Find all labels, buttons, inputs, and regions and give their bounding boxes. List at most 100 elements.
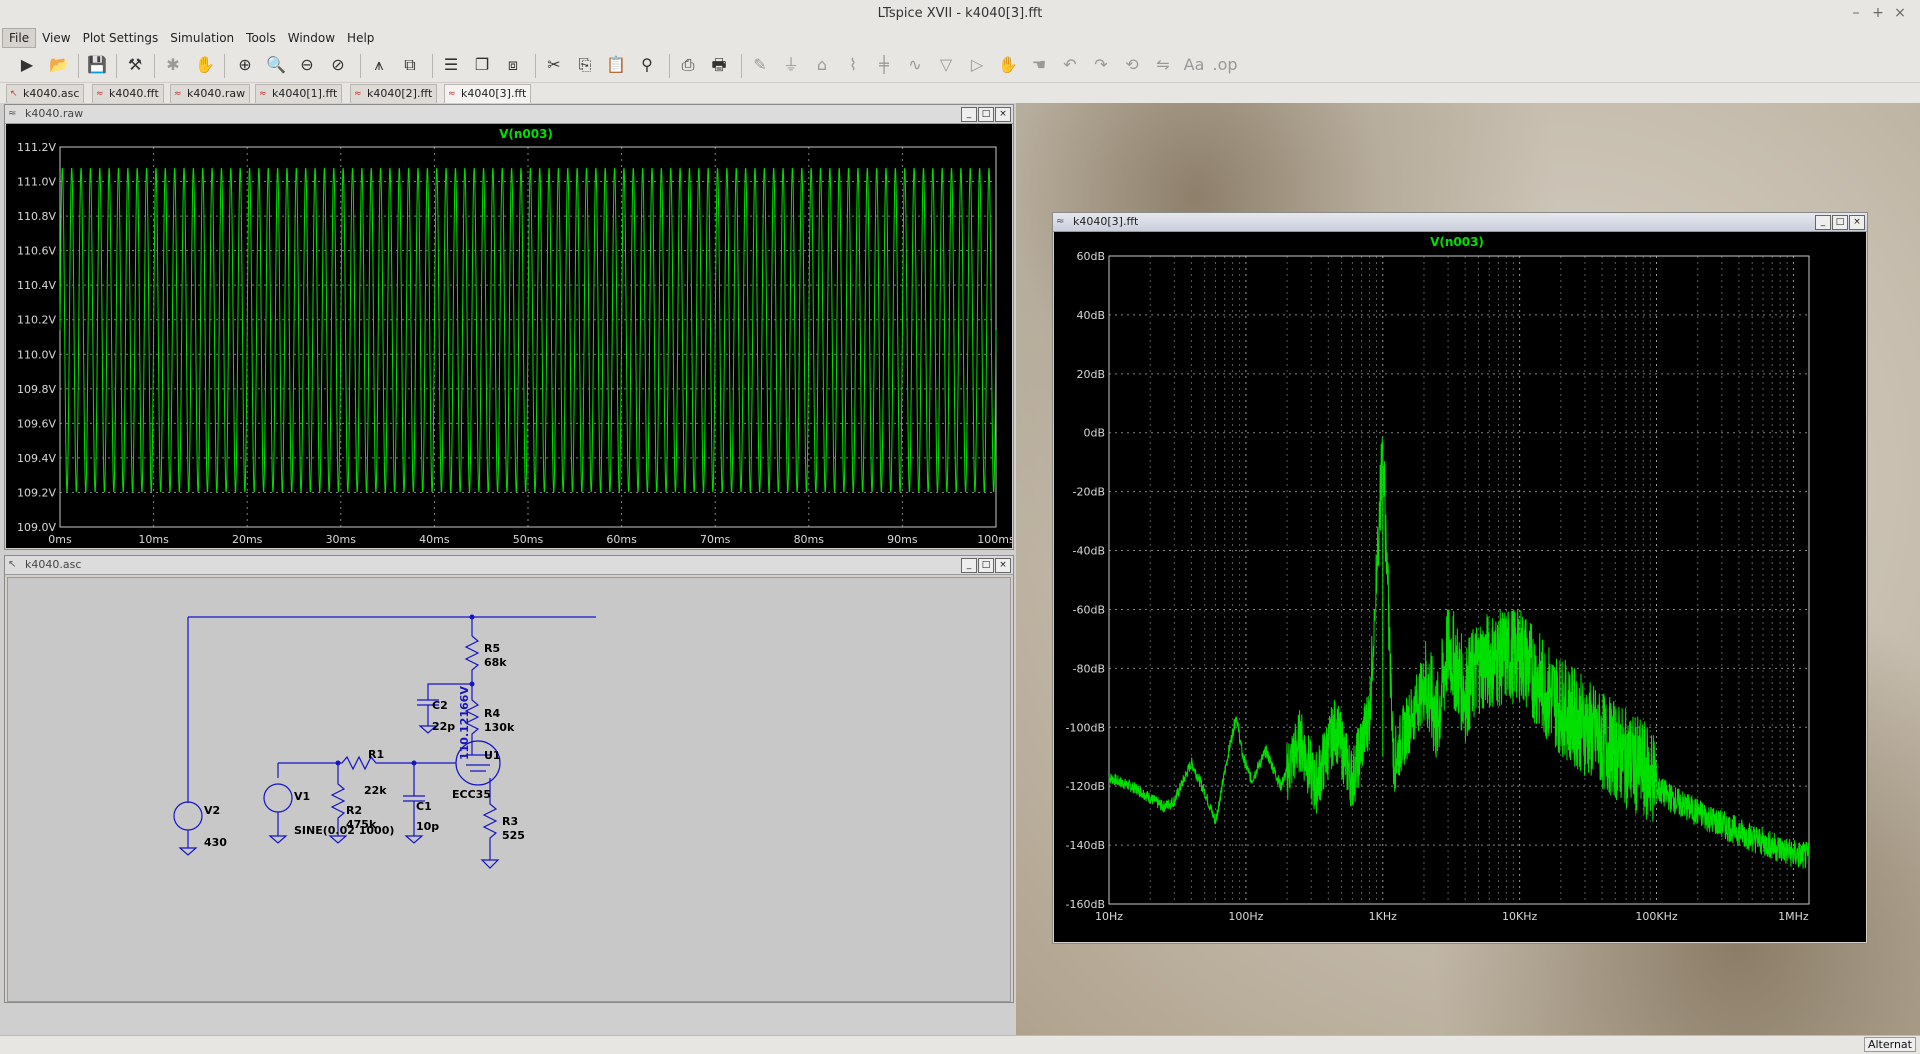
zoom-in-icon[interactable]: ⊕ bbox=[232, 52, 258, 78]
print-setup-icon[interactable]: ⎙ bbox=[675, 52, 701, 78]
save-icon[interactable]: 💾 bbox=[84, 52, 110, 78]
maximize-icon[interactable]: □ bbox=[978, 107, 994, 122]
open-icon[interactable]: 📂 bbox=[46, 52, 72, 78]
label-icon[interactable]: ⌂ bbox=[809, 52, 835, 78]
cut-icon[interactable]: ✂ bbox=[541, 52, 567, 78]
fft-plot-pane[interactable]: V(n003) 60dB 40dB 20dB 0dB -20dB -40dB -60dB -8… bbox=[1054, 232, 1866, 942]
tab-label: k4040[2].fft bbox=[367, 87, 433, 100]
fft-plot-window[interactable]: ≈ k4040[3].fft _ □ × V(n003) 60dB 40dB 20dB… bbox=[1052, 212, 1868, 944]
c1-value: 10p bbox=[416, 820, 439, 833]
r1-label: R1 bbox=[368, 748, 384, 761]
tile-horizontal-icon[interactable]: ☰ bbox=[438, 52, 464, 78]
v2-label: V2 bbox=[204, 804, 220, 817]
tab-k4040-3-fft[interactable]: ≈ k4040[3].fft bbox=[444, 84, 532, 103]
tab-label: k4040[1].fft bbox=[272, 87, 338, 100]
menu-tools[interactable]: Tools bbox=[240, 28, 282, 48]
redo-icon[interactable]: ↷ bbox=[1088, 52, 1114, 78]
close-icon[interactable]: × bbox=[995, 107, 1011, 122]
fft-y-tick-label: 40dB bbox=[1076, 309, 1105, 322]
raw-x-tick-label: 60ms bbox=[606, 533, 637, 546]
schematic-drawing: R5 68k R4 130k C2 22p R1 22k C1 10p R2 4… bbox=[173, 614, 596, 869]
c1-capacitor[interactable] bbox=[403, 788, 425, 844]
text-icon[interactable]: Aa bbox=[1181, 52, 1207, 78]
control-panel-icon[interactable]: ⚒ bbox=[122, 52, 148, 78]
move-icon[interactable]: ✋ bbox=[995, 52, 1021, 78]
menu-view[interactable]: View bbox=[36, 28, 76, 48]
minimize-icon[interactable]: _ bbox=[1815, 215, 1831, 230]
autorange-icon[interactable]: ⩚ bbox=[366, 52, 392, 78]
tab-k4040-1-fft[interactable]: ≈ k4040[1].fft bbox=[255, 84, 343, 103]
rotate-icon[interactable]: ⟲ bbox=[1119, 52, 1145, 78]
cascade-icon[interactable]: ❐ bbox=[469, 52, 495, 78]
copy-icon[interactable]: ⎘ bbox=[572, 52, 598, 78]
tab-k4040-raw[interactable]: ≈ k4040.raw bbox=[170, 84, 251, 103]
c2-label: C2 bbox=[432, 699, 448, 712]
draw-wire-icon[interactable]: ✎ bbox=[747, 52, 773, 78]
zoom-area-icon[interactable]: 🔍 bbox=[263, 52, 289, 78]
capacitor-icon[interactable]: ╪ bbox=[871, 52, 897, 78]
r5-resistor[interactable] bbox=[464, 635, 480, 684]
zoom-cancel-icon[interactable]: ⊘ bbox=[325, 52, 351, 78]
tab-k4040-2-fft[interactable]: ≈ k4040[2].fft bbox=[350, 84, 438, 103]
paste-icon[interactable]: 📋 bbox=[603, 52, 629, 78]
raw-trace-label[interactable]: V(n003) bbox=[499, 127, 553, 141]
maximize-icon[interactable]: □ bbox=[1832, 215, 1848, 230]
raw-y-tick-label: 110.8V bbox=[17, 210, 56, 223]
raw-plot-pane[interactable]: V(n003) 111.2V 111.0V 110.8V 110.6V 110.4V 11… bbox=[6, 124, 1015, 548]
raw-plot-window[interactable]: ≈ k4040.raw _ □ × V(n003) 111.2V 111.0V 110… bbox=[4, 104, 1015, 550]
minimize-icon[interactable]: _ bbox=[961, 558, 977, 573]
c2-value: 22p bbox=[432, 720, 455, 733]
tile-vertical-icon[interactable]: ⧈ bbox=[500, 52, 526, 78]
close-icon[interactable]: × bbox=[995, 558, 1011, 573]
menu-bar: File View Plot Settings Simulation Tools Wind… bbox=[0, 28, 1920, 48]
diode-icon[interactable]: ▽ bbox=[933, 52, 959, 78]
tab-k4040-fft[interactable]: ≈ k4040.fft bbox=[92, 84, 164, 103]
r1-resistor[interactable] bbox=[278, 755, 414, 771]
component-icon[interactable]: ▷ bbox=[964, 52, 990, 78]
drag-icon[interactable]: ☚ bbox=[1026, 52, 1052, 78]
manual-limits-icon[interactable]: ⧉ bbox=[397, 52, 423, 78]
tab-k4040-asc[interactable]: ↖ k4040.asc bbox=[6, 84, 85, 103]
menu-file[interactable]: File bbox=[2, 28, 37, 48]
spice-directive-icon[interactable]: .op bbox=[1212, 52, 1238, 78]
menu-simulation[interactable]: Simulation bbox=[164, 28, 240, 48]
waveform-icon: ≈ bbox=[448, 89, 456, 99]
minimize-icon[interactable]: – bbox=[1846, 5, 1866, 21]
mirror-icon[interactable]: ⇋ bbox=[1150, 52, 1176, 78]
toolbar: ▶ 📂 💾 ⚒ ✱ ✋ ⊕ 🔍 ⊖ ⊘ ⩚ ⧉ ☰ ❐ ⧈ ✂ ⎘ 📋 ⚲ ⎙ … bbox=[0, 48, 1920, 83]
fft-window-title-text: k4040[3].fft bbox=[1073, 215, 1139, 228]
menu-help[interactable]: Help bbox=[341, 28, 380, 48]
menu-window[interactable]: Window bbox=[282, 28, 341, 48]
resistor-icon[interactable]: ⌇ bbox=[840, 52, 866, 78]
menu-plot-settings[interactable]: Plot Settings bbox=[77, 28, 165, 48]
status-mode: Alternat bbox=[1863, 1037, 1916, 1052]
schematic-icon: ↖ bbox=[10, 89, 18, 99]
maximize-icon[interactable]: + bbox=[1868, 5, 1888, 21]
pan-icon[interactable]: ✋ bbox=[192, 52, 218, 78]
maximize-icon[interactable]: □ bbox=[978, 558, 994, 573]
ground-icon[interactable]: ⏚ bbox=[778, 52, 804, 78]
c1-label: C1 bbox=[416, 800, 432, 813]
waveform-icon: ≈ bbox=[1056, 216, 1065, 227]
minimize-icon[interactable]: _ bbox=[961, 107, 977, 122]
inductor-icon[interactable]: ∿ bbox=[902, 52, 928, 78]
raw-y-tick-label: 109.6V bbox=[17, 417, 56, 430]
close-icon[interactable]: × bbox=[1849, 215, 1865, 230]
fft-x-tick-label: 100KHz bbox=[1635, 910, 1677, 923]
schematic-window[interactable]: ↖ k4040.asc _ □ × R5 68k R4 130k C2 22p … bbox=[4, 555, 1014, 1003]
close-icon[interactable]: × bbox=[1890, 5, 1910, 21]
schematic-canvas[interactable]: R5 68k R4 130k C2 22p R1 22k C1 10p R2 4… bbox=[7, 577, 1011, 1002]
zoom-out-icon[interactable]: ⊖ bbox=[294, 52, 320, 78]
print-icon[interactable]: 🖶 bbox=[706, 52, 732, 78]
fft-y-tick-label: -60dB bbox=[1073, 603, 1106, 616]
tab-label: k4040[3].fft bbox=[461, 87, 527, 100]
find-icon[interactable]: ⚲ bbox=[634, 52, 660, 78]
run-icon[interactable]: ▶ bbox=[14, 52, 40, 78]
raw-y-tick-label: 109.4V bbox=[17, 452, 56, 465]
halt-icon[interactable]: ✱ bbox=[160, 52, 186, 78]
v1-source[interactable] bbox=[263, 783, 293, 813]
tab-bar: ↖ k4040.asc ≈ k4040.fft ≈ k4040.raw ≈ k4040[… bbox=[0, 83, 1920, 103]
v2-source[interactable] bbox=[173, 801, 203, 831]
undo-icon[interactable]: ↶ bbox=[1057, 52, 1083, 78]
fft-trace-label[interactable]: V(n003) bbox=[1430, 235, 1484, 249]
